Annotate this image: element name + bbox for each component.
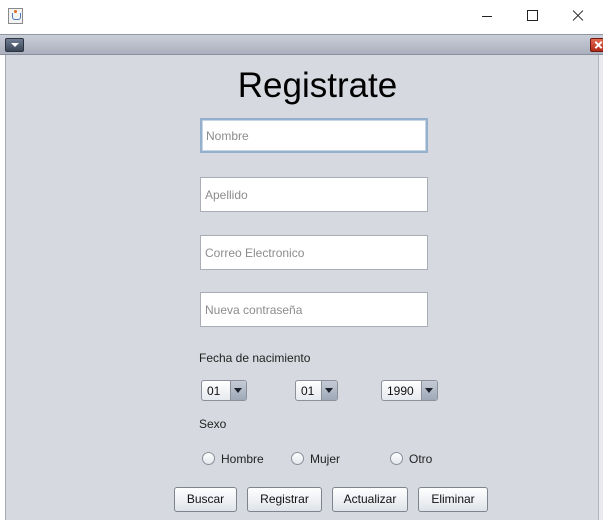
birth-date-label: Fecha de nacimiento [199, 351, 311, 365]
sex-label: Sexo [199, 417, 227, 431]
java-cup-icon [8, 8, 23, 24]
frame-edge [598, 55, 603, 520]
minimize-button[interactable] [464, 0, 510, 32]
nombre-field[interactable] [200, 118, 428, 153]
chevron-down-icon[interactable] [421, 381, 437, 400]
email-field[interactable] [200, 235, 428, 270]
month-value: 01 [301, 384, 315, 398]
close-window-button[interactable] [556, 0, 602, 32]
month-select[interactable]: 01 [295, 380, 338, 401]
radio-circle[interactable] [202, 452, 215, 465]
radio-circle[interactable] [390, 452, 403, 465]
chevron-down-icon[interactable] [230, 381, 246, 400]
registrar-button[interactable]: Registrar [247, 487, 322, 512]
maximize-button[interactable] [510, 0, 556, 32]
form-title: Registrate [237, 66, 398, 105]
day-select[interactable]: 01 [201, 380, 247, 401]
password-field[interactable] [200, 292, 428, 327]
apellido-field[interactable] [200, 177, 428, 212]
radio-label: Otro [409, 452, 433, 466]
radio-label: Mujer [310, 452, 341, 466]
year-select[interactable]: 1990 [381, 380, 438, 401]
close-icon[interactable] [590, 38, 603, 52]
year-value: 1990 [387, 384, 414, 398]
radio-label: Hombre [221, 452, 264, 466]
window-titlebar [0, 0, 603, 32]
buscar-button[interactable]: Buscar [174, 487, 237, 512]
radio-circle[interactable] [291, 452, 304, 465]
actualizar-button[interactable]: Actualizar [332, 487, 408, 512]
internal-frame-titlebar [0, 34, 603, 55]
day-value: 01 [207, 384, 221, 398]
eliminar-button[interactable]: Eliminar [418, 487, 488, 512]
chevron-down-icon[interactable] [5, 38, 24, 52]
chevron-down-icon[interactable] [321, 381, 337, 400]
